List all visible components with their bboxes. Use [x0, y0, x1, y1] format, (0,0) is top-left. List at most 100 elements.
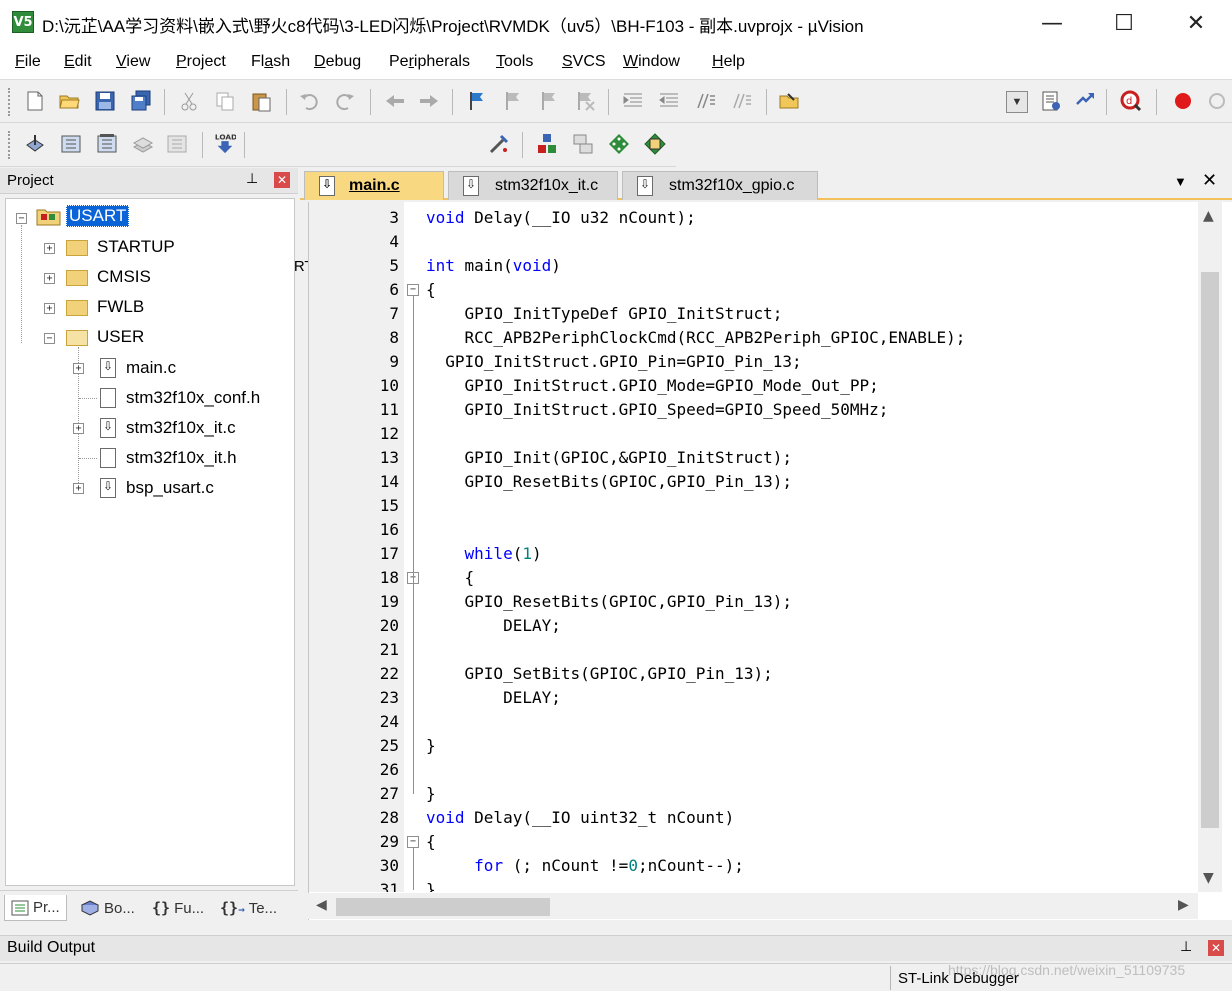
expand-icon[interactable]: +: [44, 243, 55, 254]
tree-item-bsp-usart-c[interactable]: bsp_usart.c: [126, 476, 214, 500]
copy-icon[interactable]: [214, 90, 236, 112]
menu-edit[interactable]: Edit: [64, 53, 92, 71]
expand-icon[interactable]: +: [44, 273, 55, 284]
code-line[interactable]: 10 GPIO_InitStruct.GPIO_Mode=GPIO_Mode_O…: [309, 374, 1199, 398]
comment-icon[interactable]: [694, 90, 716, 112]
translate-icon[interactable]: [24, 133, 46, 155]
menu-flash[interactable]: Flash: [251, 53, 290, 71]
pack-installer-icon[interactable]: [644, 133, 666, 155]
menu-tools[interactable]: Tools: [496, 53, 533, 71]
undo-icon[interactable]: [298, 90, 320, 112]
collapse-icon[interactable]: −: [44, 333, 55, 344]
code-line[interactable]: 25}: [309, 734, 1199, 758]
build-icon[interactable]: [60, 133, 82, 155]
code-line[interactable]: 21: [309, 638, 1199, 662]
code-line[interactable]: 26: [309, 758, 1199, 782]
unindent-icon[interactable]: [658, 90, 680, 112]
expand-icon[interactable]: +: [73, 483, 84, 494]
code-line[interactable]: 24: [309, 710, 1199, 734]
download-icon[interactable]: [1074, 90, 1096, 112]
code-line[interactable]: 22 GPIO_SetBits(GPIOC,GPIO_Pin_13);: [309, 662, 1199, 686]
code-line[interactable]: 29−{: [309, 830, 1199, 854]
chevron-down-icon[interactable]: ▼: [1006, 91, 1028, 113]
tree-item-fwlb[interactable]: FWLB: [97, 295, 144, 319]
maximize-button[interactable]: ☐: [1088, 0, 1160, 46]
tab-main-c[interactable]: main.c: [304, 171, 444, 200]
manage-rte-icon[interactable]: [608, 133, 630, 155]
expand-icon[interactable]: +: [44, 303, 55, 314]
code-line[interactable]: 3 void Delay(__IO u32 nCount);: [309, 206, 1199, 230]
start-debug-icon[interactable]: d: [1120, 90, 1142, 112]
scroll-up-icon[interactable]: ▲: [1203, 208, 1214, 224]
bookmark-icon[interactable]: [466, 90, 488, 112]
code-line[interactable]: 19 GPIO_ResetBits(GPIOC,GPIO_Pin_13);: [309, 590, 1199, 614]
horizontal-scroll-thumb[interactable]: [336, 898, 550, 916]
collapse-icon[interactable]: −: [16, 213, 27, 224]
uncomment-icon[interactable]: [730, 90, 752, 112]
save-all-icon[interactable]: [130, 90, 152, 112]
tree-item-stm32f10x-conf-h[interactable]: stm32f10x_conf.h: [126, 386, 260, 410]
clear-bookmarks-icon[interactable]: [574, 90, 596, 112]
code-line[interactable]: 23 DELAY;: [309, 686, 1199, 710]
tab-stm32f10x-gpio-c[interactable]: stm32f10x_gpio.c: [622, 171, 818, 200]
minimize-button[interactable]: —: [1016, 0, 1088, 46]
close-tab-icon[interactable]: ✕: [1202, 170, 1217, 191]
vertical-scroll-thumb[interactable]: [1201, 272, 1219, 828]
tree-item-main-c[interactable]: main.c: [126, 356, 176, 380]
scroll-left-icon[interactable]: ◀: [316, 897, 327, 913]
menu-peripherals[interactable]: Peripherals: [389, 53, 470, 71]
pin-icon[interactable]: ⊥: [246, 171, 258, 187]
load-download-icon[interactable]: LOAD: [214, 132, 236, 154]
code-line[interactable]: 5 int main(void): [309, 254, 1199, 278]
navigate-back-icon[interactable]: [384, 90, 406, 112]
tab-project[interactable]: Pr...: [4, 895, 67, 921]
menu-help[interactable]: Help: [712, 53, 745, 71]
close-panel-icon[interactable]: ✕: [274, 172, 290, 188]
rebuild-icon[interactable]: [96, 133, 118, 155]
code-line[interactable]: 9 GPIO_InitStruct.GPIO_Pin=GPIO_Pin_13;: [309, 350, 1199, 374]
redo-icon[interactable]: [334, 90, 356, 112]
code-line[interactable]: 30 for (; nCount !=0;nCount--);: [309, 854, 1199, 878]
configure-icon[interactable]: [1040, 90, 1062, 112]
menu-file[interactable]: File: [15, 53, 41, 71]
code-line[interactable]: 13 GPIO_Init(GPIOC,&GPIO_InitStruct);: [309, 446, 1199, 470]
indent-icon[interactable]: [622, 90, 644, 112]
menu-window[interactable]: Window: [623, 53, 680, 71]
tab-stm32f10x-it-c[interactable]: stm32f10x_it.c: [448, 171, 618, 200]
code-line[interactable]: 6−{: [309, 278, 1199, 302]
tab-templates[interactable]: {}→ Te...: [220, 895, 277, 921]
menu-debug[interactable]: Debug: [314, 53, 361, 71]
toolbar-grip[interactable]: [8, 131, 12, 159]
navigate-forward-icon[interactable]: [418, 90, 440, 112]
close-window-button[interactable]: ✕: [1160, 0, 1232, 46]
code-line[interactable]: 11 GPIO_InitStruct.GPIO_Speed=GPIO_Speed…: [309, 398, 1199, 422]
code-line[interactable]: 28 void Delay(__IO uint32_t nCount): [309, 806, 1199, 830]
code-line[interactable]: 18− {: [309, 566, 1199, 590]
tree-item-user[interactable]: USER: [97, 325, 144, 349]
code-line[interactable]: 7 GPIO_InitTypeDef GPIO_InitStruct;: [309, 302, 1199, 326]
code-line[interactable]: 27}: [309, 782, 1199, 806]
cut-icon[interactable]: [178, 90, 200, 112]
tree-item-stm32f10x-it-h[interactable]: stm32f10x_it.h: [126, 446, 237, 470]
code-line[interactable]: 8 RCC_APB2PeriphClockCmd(RCC_APB2Periph_…: [309, 326, 1199, 350]
stop-build-icon[interactable]: [166, 133, 188, 155]
menu-svcs[interactable]: SVCS: [562, 53, 606, 71]
disabled-breakpoint-icon[interactable]: [1206, 90, 1228, 112]
toolbar-grip[interactable]: [8, 88, 12, 116]
scroll-down-icon[interactable]: ▼: [1203, 870, 1214, 886]
pin-icon[interactable]: ⊥: [1180, 939, 1192, 955]
code-line[interactable]: 20 DELAY;: [309, 614, 1199, 638]
code-editor[interactable]: 3 void Delay(__IO u32 nCount); 4 5 int main(…: [308, 202, 1232, 920]
menu-view[interactable]: View: [116, 53, 150, 71]
next-bookmark-icon[interactable]: [538, 90, 560, 112]
find-in-files-icon[interactable]: [778, 90, 800, 112]
batch-build-icon[interactable]: [132, 133, 154, 155]
code-area[interactable]: 3 void Delay(__IO u32 nCount); 4 5 int main(…: [309, 202, 1199, 892]
code-line[interactable]: 4: [309, 230, 1199, 254]
expand-icon[interactable]: +: [73, 423, 84, 434]
code-line[interactable]: 12: [309, 422, 1199, 446]
new-file-icon[interactable]: [24, 90, 46, 112]
vertical-scrollbar[interactable]: ▲ ▼: [1198, 202, 1222, 892]
code-line[interactable]: 31}: [309, 878, 1199, 892]
open-folder-icon[interactable]: [58, 90, 80, 112]
